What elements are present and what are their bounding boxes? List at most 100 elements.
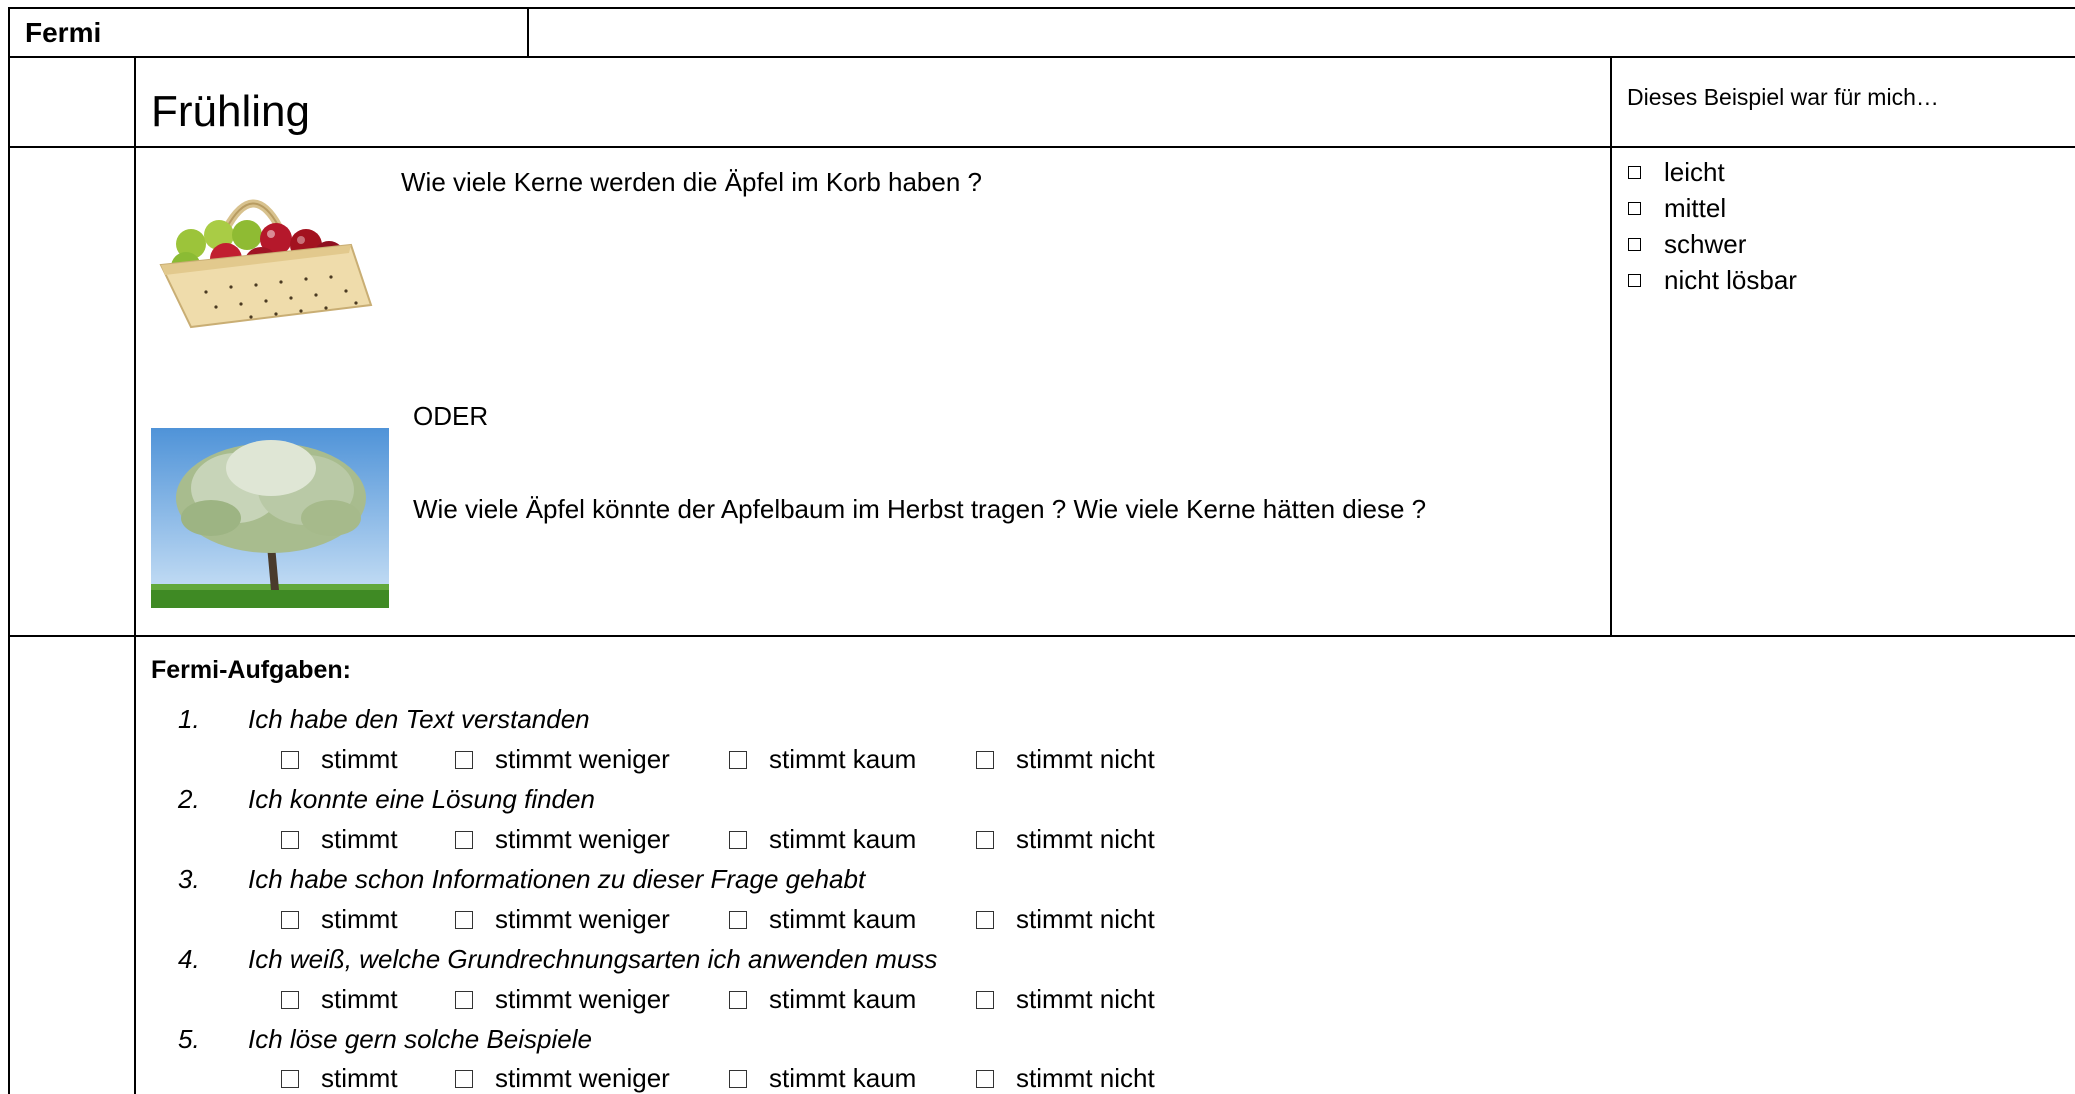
- checkbox[interactable]: [729, 910, 747, 929]
- option-label: stimmt: [321, 744, 398, 774]
- checkbox[interactable]: [1628, 273, 1641, 287]
- option-stimmt[interactable]: stimmt: [281, 824, 398, 855]
- option-label: stimmt weniger: [495, 1063, 670, 1093]
- option-label: stimmt weniger: [495, 904, 670, 934]
- checkbox[interactable]: [281, 910, 299, 929]
- option-label: stimmt weniger: [495, 824, 670, 854]
- option-stimmt-nicht[interactable]: stimmt nicht: [976, 824, 1155, 855]
- option-label: stimmt kaum: [769, 984, 917, 1014]
- option-stimmt-weniger[interactable]: stimmt weniger: [455, 984, 670, 1015]
- column-divider-left: [134, 56, 136, 1094]
- option-stimmt-weniger[interactable]: stimmt weniger: [455, 824, 670, 855]
- checkbox[interactable]: [976, 1069, 994, 1088]
- rating-option-label: nicht lösbar: [1664, 264, 1797, 295]
- checkbox[interactable]: [455, 910, 473, 929]
- checkbox[interactable]: [455, 1069, 473, 1088]
- statement-text: Ich löse gern solche Beispiele: [248, 1024, 592, 1054]
- question-text-alternative: Wie viele Äpfel könnte der Apfelbaum im …: [413, 494, 1427, 524]
- option-label: stimmt: [321, 984, 398, 1014]
- statement-text: Ich konnte eine Lösung finden: [248, 784, 595, 814]
- or-label: ODER: [413, 401, 489, 431]
- option-stimmt-nicht[interactable]: stimmt nicht: [976, 904, 1155, 935]
- statement-number: 5.: [178, 1024, 200, 1054]
- checkbox[interactable]: [281, 1069, 299, 1088]
- table-border-row3: [8, 635, 2075, 637]
- option-stimmt-weniger[interactable]: stimmt weniger: [455, 1063, 670, 1094]
- header-divider: [527, 7, 529, 57]
- checkbox[interactable]: [455, 990, 473, 1009]
- option-label: stimmt nicht: [1016, 824, 1155, 854]
- statement-text: Ich habe den Text verstanden: [248, 704, 590, 734]
- option-stimmt[interactable]: stimmt: [281, 984, 398, 1015]
- option-label: stimmt: [321, 824, 398, 854]
- option-stimmt-nicht[interactable]: stimmt nicht: [976, 744, 1155, 775]
- rating-option-nicht-loesbar[interactable]: nicht lösbar: [1625, 262, 1797, 298]
- apple-basket-image: [159, 199, 373, 329]
- column-divider-right: [1610, 56, 1612, 636]
- statement-number: 3.: [178, 864, 200, 894]
- statement-number: 4.: [178, 944, 200, 974]
- checkbox[interactable]: [729, 1069, 747, 1088]
- option-label: stimmt weniger: [495, 744, 670, 774]
- option-stimmt-kaum[interactable]: stimmt kaum: [729, 824, 916, 855]
- header-title: Fermi: [25, 17, 102, 48]
- option-stimmt[interactable]: stimmt: [281, 744, 398, 775]
- option-label: stimmt: [321, 904, 398, 934]
- statement-text: Ich weiß, welche Grundrechnungsarten ich…: [248, 944, 938, 974]
- checkbox[interactable]: [976, 830, 994, 849]
- checkbox[interactable]: [729, 830, 747, 849]
- table-border-row2: [8, 146, 2075, 148]
- option-stimmt-kaum[interactable]: stimmt kaum: [729, 1063, 916, 1094]
- option-stimmt[interactable]: stimmt: [281, 904, 398, 935]
- option-stimmt-kaum[interactable]: stimmt kaum: [729, 744, 916, 775]
- rating-option-mittel[interactable]: mittel: [1625, 190, 1797, 226]
- checkbox[interactable]: [976, 750, 994, 769]
- checkbox[interactable]: [281, 750, 299, 769]
- option-label: stimmt nicht: [1016, 904, 1155, 934]
- statement-text: Ich habe schon Informationen zu dieser F…: [248, 864, 866, 894]
- statement-number: 2.: [178, 784, 200, 814]
- option-label: stimmt nicht: [1016, 1063, 1155, 1093]
- option-label: stimmt: [321, 1063, 398, 1093]
- checkbox[interactable]: [976, 990, 994, 1009]
- difficulty-rating-list: leicht mittel schwer nicht lösbar: [1625, 154, 1797, 298]
- option-stimmt-nicht[interactable]: stimmt nicht: [976, 1063, 1155, 1094]
- option-label: stimmt kaum: [769, 744, 917, 774]
- apple-tree-image: [151, 428, 389, 608]
- option-stimmt-kaum[interactable]: stimmt kaum: [729, 984, 916, 1015]
- option-stimmt-nicht[interactable]: stimmt nicht: [976, 984, 1155, 1015]
- checkbox[interactable]: [455, 750, 473, 769]
- option-stimmt-weniger[interactable]: stimmt weniger: [455, 744, 670, 775]
- rating-option-label: leicht: [1664, 156, 1725, 187]
- checkbox[interactable]: [729, 750, 747, 769]
- checkbox[interactable]: [1628, 201, 1641, 215]
- checkbox[interactable]: [281, 830, 299, 849]
- option-stimmt-weniger[interactable]: stimmt weniger: [455, 904, 670, 935]
- checkbox[interactable]: [281, 990, 299, 1009]
- checkbox[interactable]: [1628, 165, 1641, 179]
- option-label: stimmt weniger: [495, 984, 670, 1014]
- checkbox[interactable]: [976, 910, 994, 929]
- checkbox[interactable]: [1628, 237, 1641, 251]
- rating-option-leicht[interactable]: leicht: [1625, 154, 1797, 190]
- statement-number: 1.: [178, 704, 200, 734]
- option-stimmt[interactable]: stimmt: [281, 1063, 398, 1094]
- option-stimmt-kaum[interactable]: stimmt kaum: [729, 904, 916, 935]
- rating-option-label: mittel: [1664, 192, 1727, 223]
- question-text: Wie viele Kerne werden die Äpfel im Korb…: [401, 167, 982, 197]
- checkbox[interactable]: [455, 830, 473, 849]
- option-label: stimmt kaum: [769, 824, 917, 854]
- rating-heading: Dieses Beispiel war für mich…: [1627, 84, 1939, 110]
- option-label: stimmt nicht: [1016, 744, 1155, 774]
- table-border-left: [8, 7, 10, 1094]
- rating-option-label: schwer: [1664, 228, 1747, 259]
- rating-option-schwer[interactable]: schwer: [1625, 226, 1797, 262]
- checkbox[interactable]: [729, 990, 747, 1009]
- option-label: stimmt nicht: [1016, 984, 1155, 1014]
- section-title: Fermi-Aufgaben:: [151, 656, 351, 684]
- option-label: stimmt kaum: [769, 1063, 917, 1093]
- option-label: stimmt kaum: [769, 904, 917, 934]
- table-border-top: [8, 7, 2075, 9]
- table-border-row1: [8, 56, 2075, 58]
- task-title: Frühling: [151, 87, 310, 136]
